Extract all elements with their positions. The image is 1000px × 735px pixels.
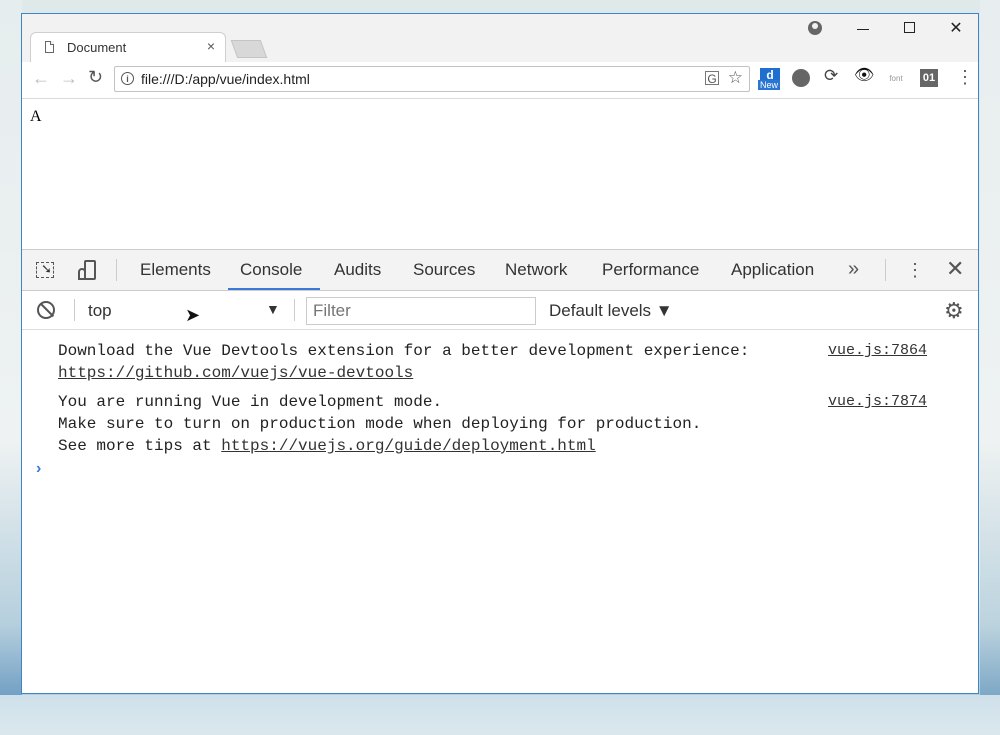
translate-icon[interactable]: G bbox=[705, 71, 719, 86]
sync-extension-icon[interactable]: ⟳ bbox=[824, 66, 844, 86]
desktop-background-bottom bbox=[0, 695, 1000, 735]
console-link[interactable]: https://github.com/vuejs/vue-devtools bbox=[58, 364, 413, 382]
devtools-menu-icon[interactable]: ⋮ bbox=[906, 260, 924, 280]
tab-elements[interactable]: Elements bbox=[140, 260, 211, 280]
device-toolbar-icon[interactable] bbox=[78, 260, 98, 282]
context-selector[interactable]: top bbox=[88, 301, 112, 321]
window-close-button[interactable]: ✕ bbox=[942, 18, 970, 40]
new-badge: New bbox=[758, 80, 781, 90]
divider bbox=[74, 299, 75, 321]
font-extension-icon[interactable]: font bbox=[886, 69, 906, 89]
tab-console[interactable]: Console bbox=[240, 260, 302, 280]
active-tab-indicator bbox=[228, 288, 320, 290]
maximize-button[interactable] bbox=[904, 22, 915, 33]
source-link[interactable]: vue.js:7864 bbox=[828, 342, 927, 359]
tab-application[interactable]: Application bbox=[731, 260, 814, 280]
eye-extension-icon[interactable]: 👁 bbox=[854, 65, 874, 85]
tab-close-button[interactable]: × bbox=[207, 38, 215, 54]
inspect-element-icon[interactable] bbox=[36, 262, 54, 278]
title-bar: Document × ✕ bbox=[22, 14, 978, 62]
console-filter-bar: top ➤ ▼ Default levels ▼ ⚙ bbox=[22, 291, 978, 330]
browser-toolbar: ← → ↻ i file:///D:/app/vue/index.html G … bbox=[22, 62, 978, 99]
tab-title: Document bbox=[67, 40, 127, 55]
mouse-cursor-icon: ➤ bbox=[185, 305, 201, 325]
devtools-panel: Elements Console Audits Sources Network … bbox=[22, 249, 978, 693]
reload-icon[interactable]: ↻ bbox=[88, 67, 103, 88]
browser-window: Document × ✕ ← → ↻ i file:///D:/app/vue/… bbox=[21, 13, 979, 694]
desktop-background-right bbox=[980, 0, 1000, 735]
divider bbox=[294, 299, 295, 321]
tab-sources[interactable]: Sources bbox=[413, 260, 475, 280]
page-content-text: A bbox=[30, 108, 42, 125]
tab-performance[interactable]: Performance bbox=[602, 260, 699, 280]
desktop-background-left bbox=[0, 0, 22, 735]
source-link[interactable]: vue.js:7874 bbox=[828, 393, 927, 410]
devtools-tab-bar: Elements Console Audits Sources Network … bbox=[22, 250, 978, 291]
address-bar[interactable]: i file:///D:/app/vue/index.html G ☆ bbox=[114, 66, 750, 92]
tab-network[interactable]: Network bbox=[505, 260, 567, 280]
console-message: Download the Vue Devtools extension for … bbox=[58, 342, 750, 382]
new-tab-button[interactable] bbox=[230, 40, 268, 58]
log-levels-dropdown[interactable]: Default levels ▼ bbox=[549, 301, 673, 321]
clear-console-icon[interactable] bbox=[37, 301, 55, 319]
console-filter-input[interactable] bbox=[306, 297, 536, 325]
tab-audits[interactable]: Audits bbox=[334, 260, 381, 280]
bookmark-star-icon[interactable]: ☆ bbox=[728, 68, 743, 88]
settings-gear-icon[interactable]: ⚙ bbox=[944, 298, 964, 324]
devtools-close-icon[interactable]: ✕ bbox=[946, 256, 964, 282]
divider bbox=[116, 259, 117, 281]
console-message: You are running Vue in development mode.… bbox=[58, 393, 702, 455]
browser-menu-icon[interactable]: ⋮ bbox=[956, 68, 974, 86]
browser-tab[interactable]: Document × bbox=[30, 32, 226, 62]
context-dropdown-icon[interactable]: ▼ bbox=[266, 301, 280, 317]
console-link[interactable]: https://vuejs.org/guide/deployment.html bbox=[221, 437, 595, 455]
document-icon bbox=[45, 41, 54, 53]
info-icon[interactable]: i bbox=[121, 72, 134, 85]
d-extension-icon[interactable]: d New bbox=[758, 68, 782, 92]
extension-circle-icon[interactable] bbox=[792, 69, 810, 87]
profile-icon[interactable] bbox=[808, 21, 822, 35]
divider bbox=[885, 259, 886, 281]
binary-extension-icon[interactable]: 01 bbox=[920, 69, 938, 87]
minimize-button[interactable] bbox=[857, 29, 869, 30]
more-tabs-icon[interactable]: » bbox=[848, 258, 859, 281]
back-arrow-icon[interactable]: ← bbox=[32, 68, 50, 89]
console-prompt[interactable]: › bbox=[36, 460, 41, 478]
console-output: Download the Vue Devtools extension for … bbox=[22, 330, 978, 693]
forward-arrow-icon[interactable]: → bbox=[60, 68, 78, 89]
url-text[interactable]: file:///D:/app/vue/index.html bbox=[141, 71, 310, 87]
page-viewport: A bbox=[22, 99, 978, 249]
